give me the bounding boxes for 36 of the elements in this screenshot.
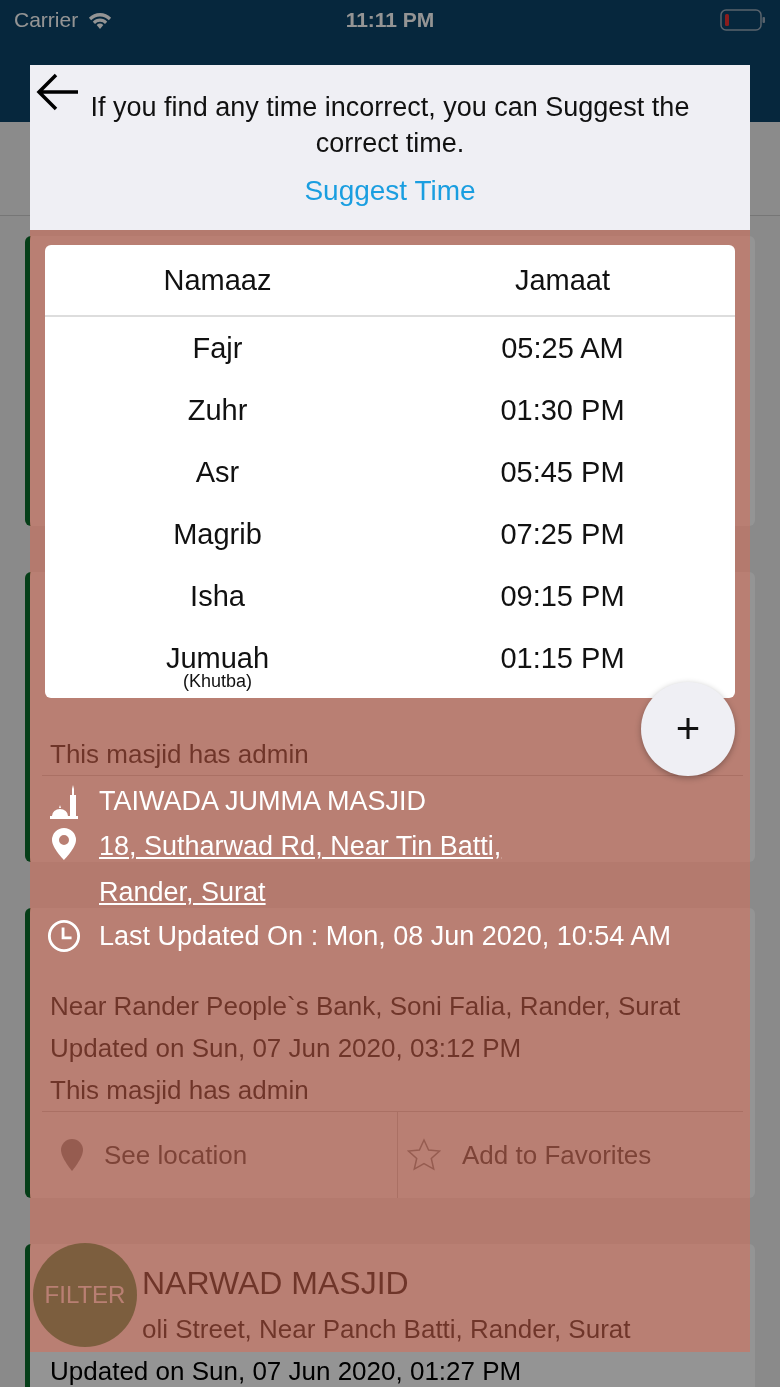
clock-icon: [47, 918, 81, 954]
battery-icon: [720, 9, 766, 31]
masjid-address: oli Street, Near Panch Batti, Rander, Surat: [142, 1313, 631, 1346]
updated-text: Updated on Sun, 07 Jun 2020, 01:27 PM: [50, 1355, 522, 1387]
star-icon: [406, 1138, 442, 1172]
last-updated-text: Last Updated On : Mon, 08 Jun 2020, 10:54 AM: [99, 920, 671, 953]
prayer-name: Magrib: [173, 518, 262, 550]
updated-text: Updated on Sun, 07 Jun 2020, 03:12 PM: [50, 1032, 522, 1065]
prayer-name: Zuhr: [187, 394, 248, 426]
jamaat-time: 01:15 PM: [499, 641, 626, 675]
prayer-name: Isha: [190, 580, 245, 612]
admin-note: This masjid has admin: [50, 738, 309, 771]
jamaat-time: 05:45 PM: [499, 455, 626, 489]
column-header: Namaaz: [162, 263, 273, 297]
jamaat-time: 09:15 PM: [499, 579, 626, 613]
address-link[interactable]: 18, Sutharwad Rd, Near Tin Batti,: [99, 827, 502, 865]
jamaat-time: 07:25 PM: [499, 517, 626, 551]
prayer-name: Jumuah: [165, 642, 270, 674]
masjid-address: Near Rander People`s Bank, Soni Falia, Rander, Surat: [50, 990, 681, 1023]
see-location-button[interactable]: See location: [42, 1112, 397, 1198]
prayer-name: Asr: [195, 456, 240, 488]
jamaat-time: 01:30 PM: [499, 393, 626, 427]
back-arrow-icon[interactable]: [36, 72, 80, 112]
column-header: Jamaat: [513, 263, 612, 297]
masjid-name: TAIWADA JUMMA MASJID: [99, 785, 427, 818]
notice-text: If you find any time incorrect, you can Suggest the correct time.: [89, 91, 691, 160]
suggest-time-link[interactable]: Suggest Time: [304, 175, 476, 207]
status-time: 11:11 PM: [345, 8, 435, 32]
masjid-name: NARWAD MASJID: [142, 1264, 409, 1303]
prayer-name: Fajr: [192, 332, 243, 364]
address-link[interactable]: Rander, Surat: [99, 873, 502, 911]
jamaat-time: 05:25 AM: [500, 331, 625, 365]
carrier-name: Carrier: [14, 8, 79, 32]
location-pin-icon: [60, 1138, 84, 1172]
favorites-button[interactable]: Add to Favorites: [397, 1112, 743, 1198]
admin-note: This masjid has admin: [50, 1074, 309, 1107]
